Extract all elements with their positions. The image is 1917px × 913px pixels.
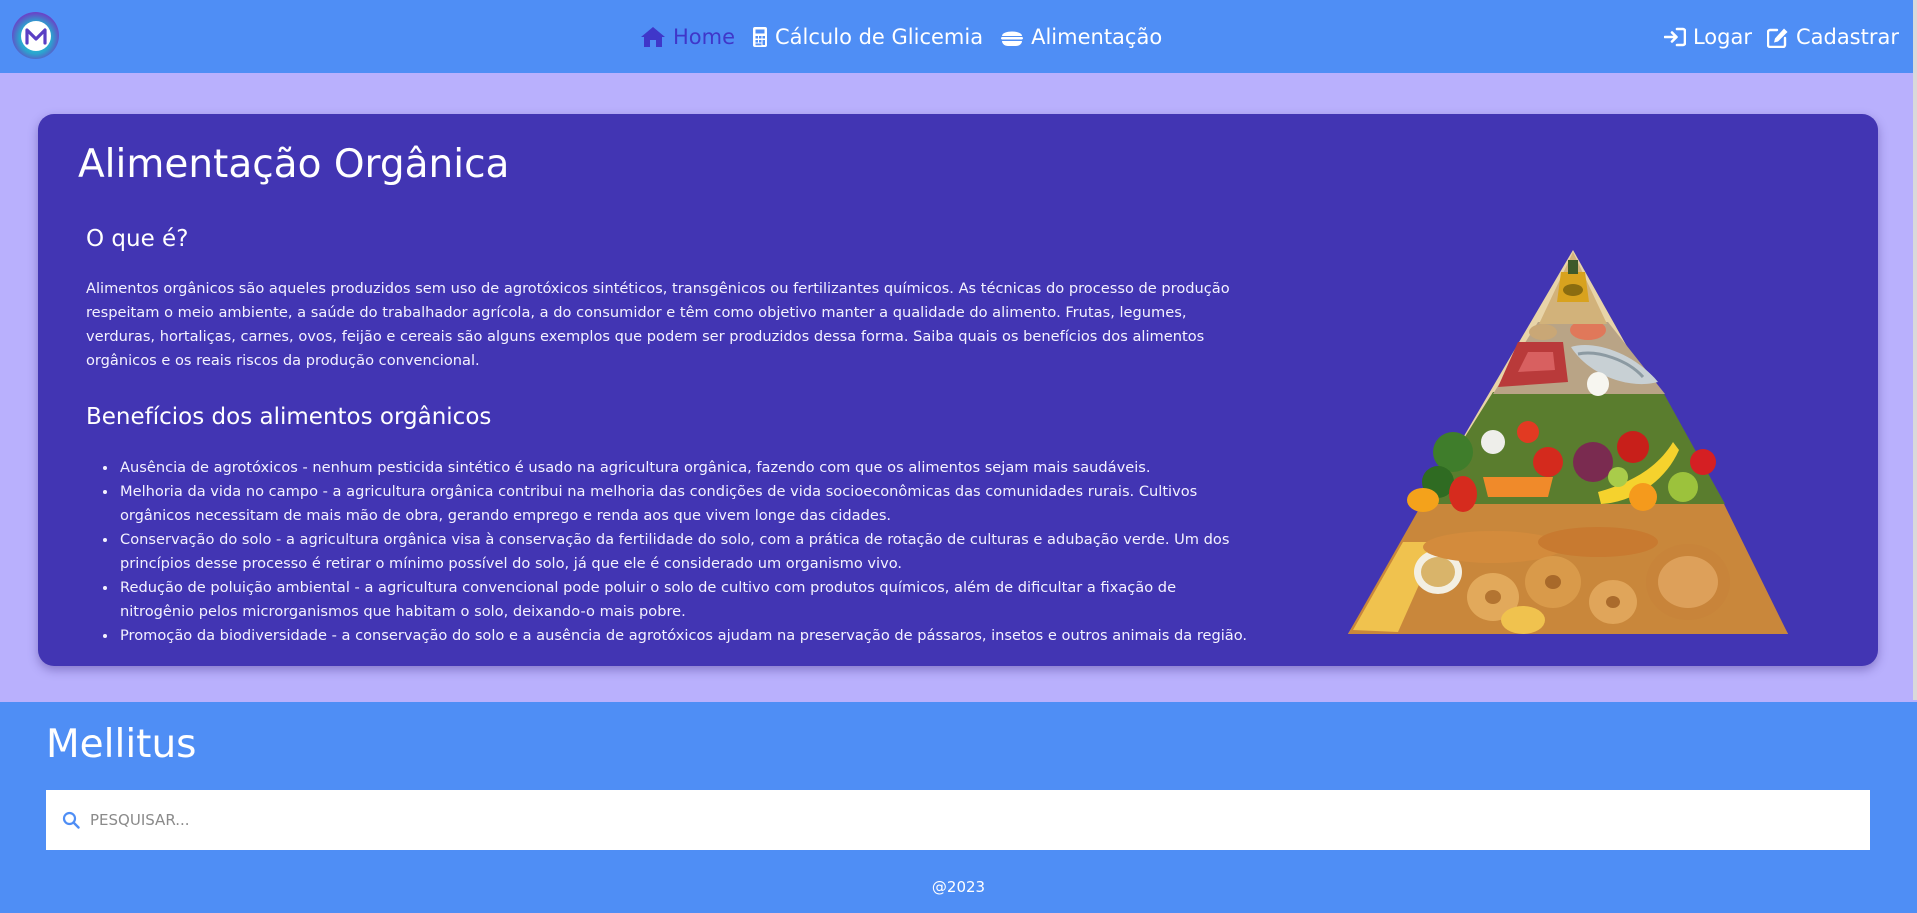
benefits-heading: Benefícios dos alimentos orgânicos [86, 404, 492, 430]
logo-m-icon [24, 27, 47, 45]
top-navbar: Home Cálculo de Glicemia Alimentação Log… [0, 0, 1917, 73]
login-label: Logar [1692, 25, 1752, 49]
footer: Mellitus @2023 [0, 702, 1917, 913]
home-icon [641, 27, 665, 47]
food-pyramid-image [1348, 250, 1788, 634]
copyright-text: @2023 [931, 878, 986, 896]
organic-food-card: Alimentação Orgânica O que é? Alimentos … [38, 114, 1878, 666]
page-scrollbar[interactable] [1913, 0, 1917, 700]
mellitus-logo[interactable] [12, 12, 59, 59]
login-icon [1663, 27, 1686, 47]
register-label: Cadastrar [1795, 25, 1899, 49]
nav-home[interactable]: Home [640, 25, 735, 49]
list-item: Promoção da biodiversidade - a conservaç… [118, 624, 1248, 648]
footer-brand: Mellitus [46, 722, 197, 767]
nav-alimentacao[interactable]: Alimentação [1000, 25, 1162, 49]
search-icon [62, 811, 80, 829]
main-nav: Home Cálculo de Glicemia Alimentação [640, 18, 1162, 56]
calculator-icon [753, 27, 768, 47]
nav-home-label: Home [673, 25, 736, 49]
register-link[interactable]: Cadastrar [1766, 25, 1899, 49]
logo-inner [20, 20, 51, 51]
search-bar[interactable] [46, 790, 1870, 850]
list-item: Redução de poluição ambiental - a agricu… [118, 576, 1248, 624]
list-item: Conservação do solo - a agricultura orgâ… [118, 528, 1248, 576]
benefits-list: Ausência de agrotóxicos - nenhum pestici… [118, 456, 1248, 648]
nav-glicemia-label: Cálculo de Glicemia [775, 25, 984, 49]
nav-alimentacao-label: Alimentação [1031, 25, 1163, 49]
what-is-heading: O que é? [86, 226, 189, 252]
page-title: Alimentação Orgânica [78, 142, 510, 187]
nav-glicemia[interactable]: Cálculo de Glicemia [752, 25, 983, 49]
list-item: Ausência de agrotóxicos - nenhum pestici… [118, 456, 1248, 480]
what-is-text: Alimentos orgânicos são aqueles produzid… [86, 280, 1230, 369]
edit-icon [1766, 28, 1788, 48]
auth-nav: Logar Cadastrar [1663, 18, 1899, 56]
list-item: Melhoria da vida no campo - a agricultur… [118, 480, 1248, 528]
search-input[interactable] [90, 800, 1790, 840]
food-icon [1001, 31, 1024, 46]
login-link[interactable]: Logar [1663, 25, 1752, 49]
